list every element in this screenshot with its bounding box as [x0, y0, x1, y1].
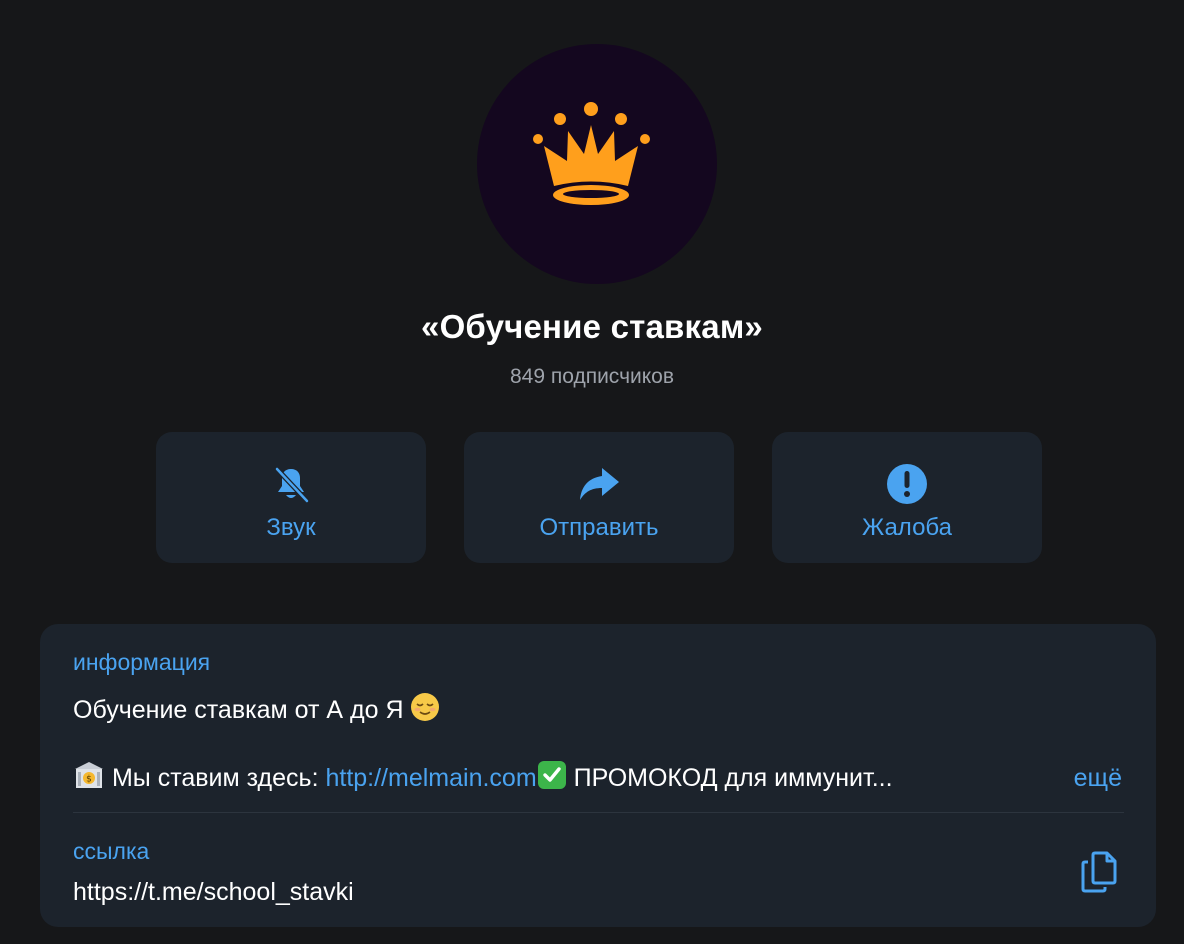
action-bar: Звук Отправить Жалоба [156, 432, 1042, 563]
bell-slash-icon [269, 462, 313, 506]
crown-icon [533, 102, 650, 205]
share-arrow-icon [577, 462, 621, 506]
copy-icon [1081, 851, 1117, 893]
subscriber-count: 849 подписчиков [509, 365, 674, 388]
channel-link-value[interactable]: https://t.me/school_stavki [73, 878, 354, 907]
promo-link[interactable]: http://melmain.com [325, 764, 536, 792]
info-description-line2: $ Мы ставим здесь: http://melmain.com ПР… [73, 760, 893, 793]
info-section-label: информация [73, 649, 211, 675]
info-card: информация Обучение ставкам от А до Я $ [40, 624, 1156, 927]
svg-text:$: $ [86, 775, 92, 785]
info-line2-prefix: Мы ставим здесь: [111, 764, 326, 792]
copy-link-button[interactable] [1080, 850, 1122, 894]
report-button-label: Жалоба [862, 514, 952, 541]
info-description-line1: Обучение ставкам от А до Я [73, 692, 440, 725]
channel-profile: «Обучение ставкам» 849 подписчиков Звук … [0, 0, 1184, 944]
section-divider [73, 812, 1124, 813]
show-more-button[interactable]: ещё [1074, 764, 1122, 793]
report-button[interactable]: Жалоба [772, 432, 1042, 563]
share-button[interactable]: Отправить [464, 432, 734, 563]
share-button-label: Отправить [539, 514, 659, 541]
sound-button-label: Звук [266, 514, 316, 541]
exclamation-circle-icon [885, 462, 929, 506]
check-mark-button-emoji [537, 761, 566, 789]
bank-emoji: $ [75, 762, 103, 788]
info-line2-suffix: ПРОМОКОД для иммунит... [566, 764, 893, 792]
link-section-label: ссылка [73, 838, 150, 864]
relieved-face-emoji [411, 693, 440, 721]
channel-avatar[interactable] [477, 44, 717, 284]
channel-title: «Обучение ставкам» [421, 308, 763, 345]
info-line1-text: Обучение ставкам от А до Я [73, 696, 404, 724]
sound-button[interactable]: Звук [156, 432, 426, 563]
